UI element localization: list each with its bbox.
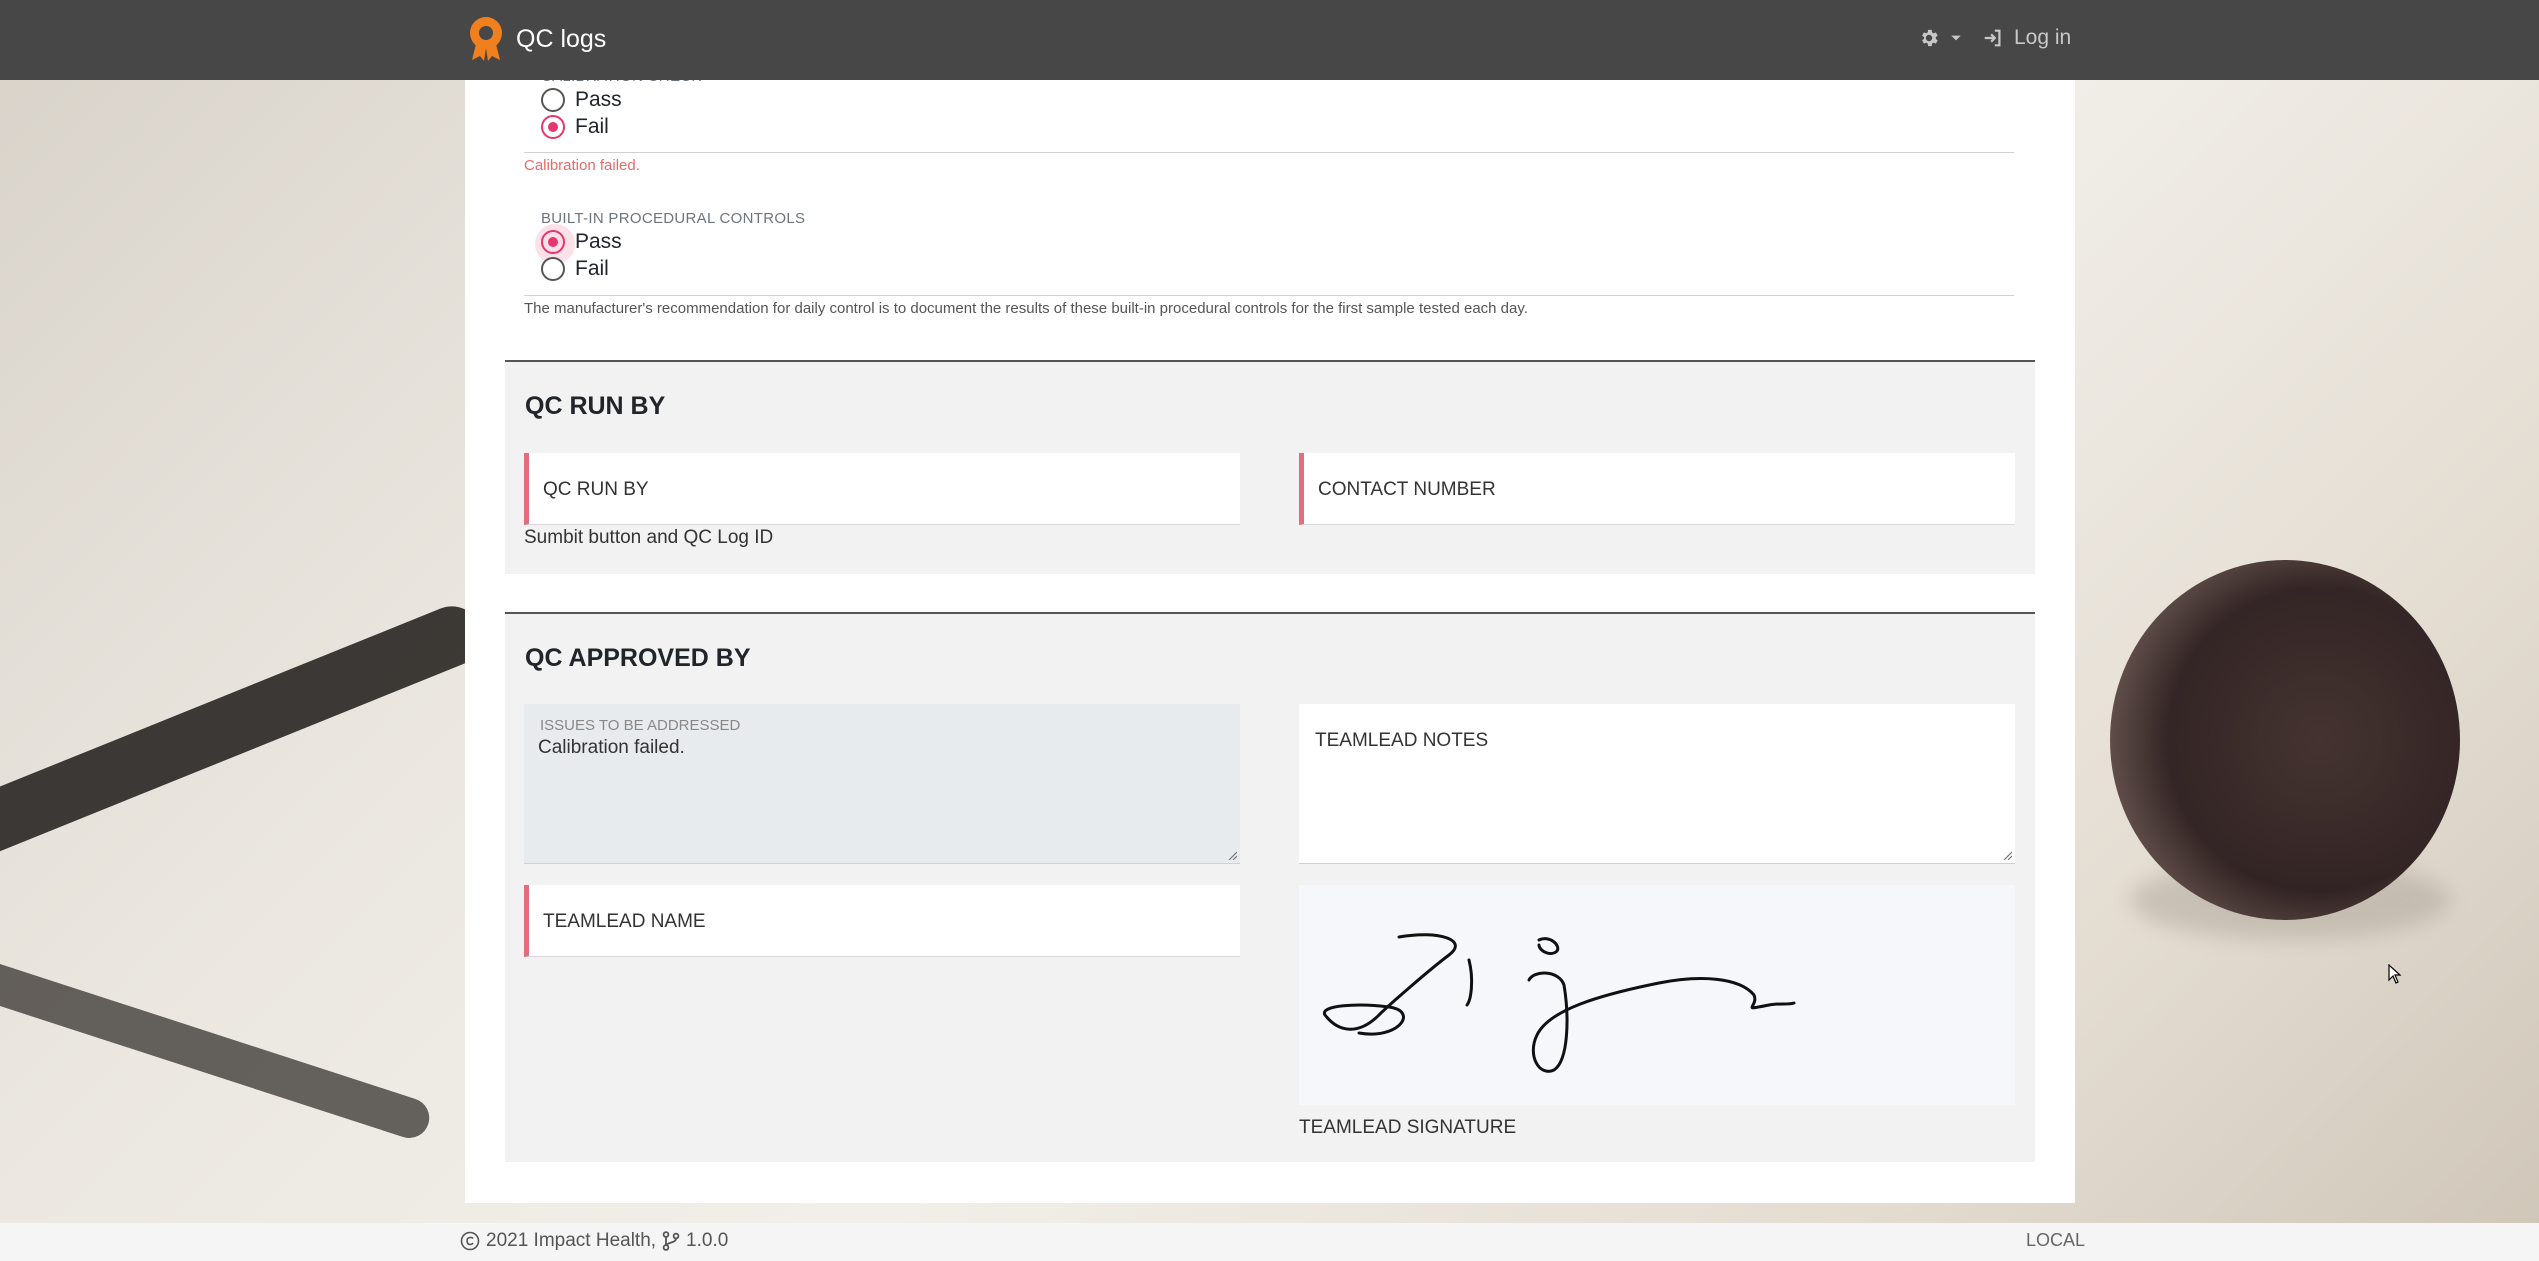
issues-textarea[interactable]: ISSUES TO BE ADDRESSED Calibration faile… <box>524 704 1240 864</box>
mouse-cursor-icon <box>2388 964 2402 984</box>
procedural-label: BUILT-IN PROCEDURAL CONTROLS <box>541 210 806 227</box>
field-label: TEAMLEAD NAME <box>543 911 706 932</box>
background-glasses-arm <box>0 956 435 1144</box>
login-link[interactable]: Log in <box>1982 26 2071 50</box>
brand-title: QC logs <box>516 24 607 53</box>
radio-label: Pass <box>575 230 622 253</box>
procedural-fail-radio[interactable]: Fail <box>541 257 609 281</box>
field-label: TEAMLEAD NOTES <box>1315 730 1489 751</box>
teamlead-notes-textarea[interactable]: TEAMLEAD NOTES <box>1299 704 2015 864</box>
footer: 2021 Impact Health, 1.0.0 LOCAL <box>0 1223 2539 1261</box>
radio-label: Fail <box>575 115 609 138</box>
radio-circle-checked <box>541 115 565 139</box>
qc-log-form: CALIBRATION CHECK Pass Fail Calibration … <box>465 68 2075 1203</box>
caret-down-icon <box>1951 35 1961 41</box>
login-label: Log in <box>2014 26 2072 49</box>
field-value: Calibration failed. <box>538 737 685 758</box>
qc-run-by-field[interactable]: QC RUN BY <box>524 453 1240 525</box>
signature-pad[interactable] <box>1299 885 2015 1105</box>
background-jar <box>2110 560 2460 920</box>
section-title: QC RUN BY <box>525 392 666 420</box>
signature-drawing <box>1323 933 1796 1073</box>
radio-circle <box>541 88 565 112</box>
field-label: CONTACT NUMBER <box>1318 479 1496 500</box>
calibration-fail-radio[interactable]: Fail <box>541 115 609 139</box>
procedural-pass-radio[interactable]: Pass <box>535 224 622 264</box>
contact-number-field[interactable]: CONTACT NUMBER <box>1299 453 2015 525</box>
divider <box>524 295 2014 296</box>
settings-dropdown[interactable] <box>1918 27 1962 49</box>
calibration-error: Calibration failed. <box>524 157 640 174</box>
environment-label: LOCAL <box>2026 1230 2086 1250</box>
field-label: QC RUN BY <box>543 479 649 500</box>
sign-in-icon <box>1984 29 2001 47</box>
gear-icon <box>1922 29 1938 47</box>
radio-circle <box>541 257 565 281</box>
navbar: QC logs Log in <box>0 0 2539 80</box>
teamlead-name-field[interactable]: TEAMLEAD NAME <box>524 885 1240 957</box>
background-glasses <box>0 597 491 863</box>
calibration-pass-radio[interactable]: Pass <box>541 88 622 112</box>
qc-approved-by-section: QC APPROVED BY ISSUES TO BE ADDRESSED Ca… <box>505 612 2035 1162</box>
resize-grip-icon[interactable] <box>2002 850 2012 860</box>
radio-circle-checked <box>535 224 575 264</box>
brand[interactable]: QC logs <box>466 16 606 62</box>
submit-note: Sumbit button and QC Log ID <box>524 527 774 548</box>
code-branch-icon <box>662 1231 680 1251</box>
signature-caption: TEAMLEAD SIGNATURE <box>1299 1117 1517 1138</box>
award-icon <box>470 17 502 61</box>
copyright-icon <box>460 1231 480 1251</box>
divider <box>524 152 2014 153</box>
copyright-text: 2021 Impact Health, <box>486 1230 657 1251</box>
radio-label: Fail <box>575 257 609 280</box>
version-text: 1.0.0 <box>686 1230 729 1251</box>
section-title: QC APPROVED BY <box>525 644 751 672</box>
radio-label: Pass <box>575 88 622 111</box>
qc-run-by-section: QC RUN BY QC RUN BY CONTACT NUMBER Sumbi… <box>505 360 2035 574</box>
procedural-hint: The manufacturer's recommendation for da… <box>524 300 1528 317</box>
resize-grip-icon[interactable] <box>1227 850 1237 860</box>
field-label: ISSUES TO BE ADDRESSED <box>540 717 741 734</box>
